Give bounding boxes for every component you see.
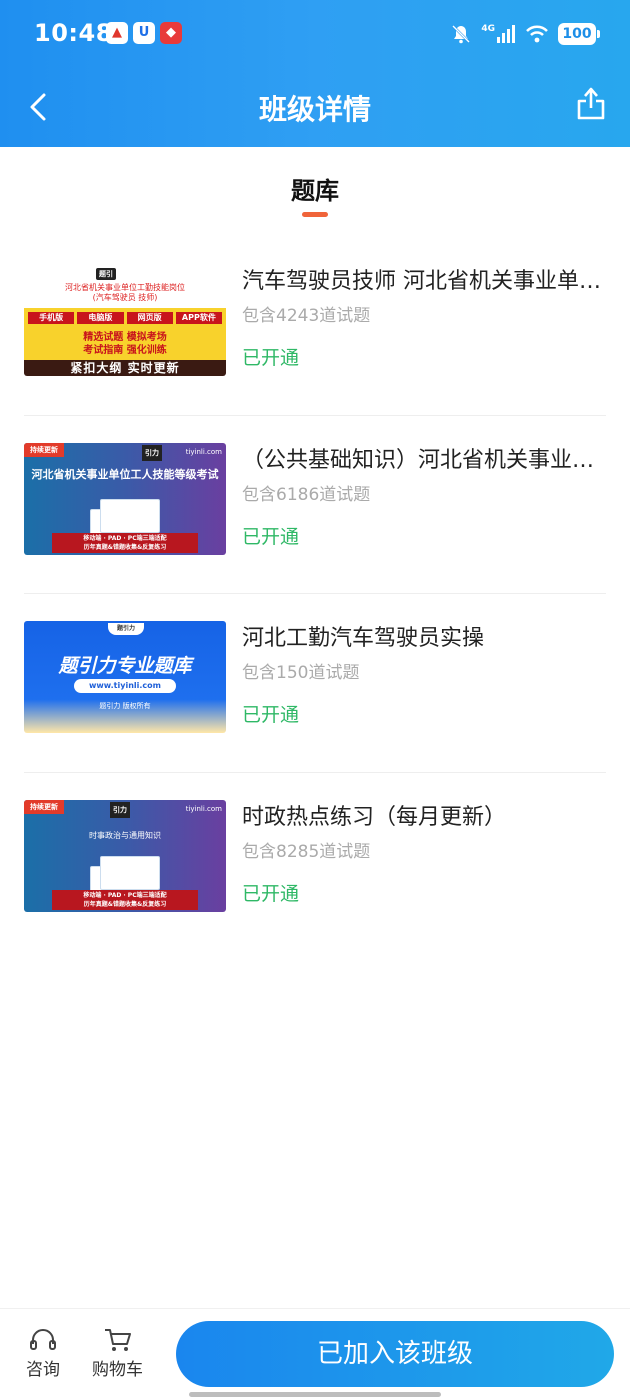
course-item[interactable]: 题引力 题引力专业题库 www.tiyinli.com 题引力 版权所有 河北工… <box>24 594 606 773</box>
question-count: 包含150道试题 <box>242 663 360 683</box>
course-thumbnail: 题引力 题引力专业题库 www.tiyinli.com 题引力 版权所有 <box>24 621 226 733</box>
cart-label: 购物车 <box>92 1360 143 1380</box>
status-time: 10:48 <box>34 19 113 47</box>
mute-bell-icon <box>452 25 471 44</box>
course-item[interactable]: 持续更新 引力 tiyinli.com 河北省机关事业单位工人技能等级考试 移动… <box>24 416 606 594</box>
course-thumbnail: 持续更新 引力 tiyinli.com 时事政治与通用知识 移动端 · PAD … <box>24 799 226 912</box>
wifi-icon <box>526 25 548 43</box>
app-notification-icon: ▲ <box>106 22 128 44</box>
course-name: （公共基础知识）河北省机关事业单位工人技能等级考试 <box>242 447 606 473</box>
course-name: 时政热点练习（每月更新） <box>242 804 507 830</box>
network-type: 4G <box>481 24 495 34</box>
course-thumbnail: 持续更新 引力 tiyinli.com 河北省机关事业单位工人技能等级考试 移动… <box>24 442 226 555</box>
consult-label: 咨询 <box>26 1360 60 1380</box>
brand-logo-icon: 引力 <box>110 801 130 818</box>
course-thumbnail: 题引力 河北省机关事业单位工勤技能岗位 (汽车驾驶员 技师) 手机版 电脑版 网… <box>24 264 226 376</box>
tab-bar: 题库 <box>0 147 630 237</box>
course-item[interactable]: 题引力 河北省机关事业单位工勤技能岗位 (汽车驾驶员 技师) 手机版 电脑版 网… <box>24 237 606 416</box>
battery-indicator: 100 <box>558 23 600 45</box>
question-count: 包含6186道试题 <box>242 484 371 505</box>
status-label: 已开通 <box>242 347 300 369</box>
question-count: 包含4243道试题 <box>242 306 371 326</box>
bottom-bar: 咨询 购物车 已加入该班级 <box>0 1308 630 1400</box>
question-count: 包含8285道试题 <box>242 841 371 862</box>
signal-icon <box>497 25 515 43</box>
share-icon[interactable] <box>576 86 606 122</box>
status-icons: 4G 100 <box>450 21 600 47</box>
joined-class-button[interactable]: 已加入该班级 <box>176 1321 614 1387</box>
brand-logo-icon: 引力 <box>142 444 162 461</box>
headset-icon <box>30 1329 56 1350</box>
status-label: 已开通 <box>242 525 300 548</box>
status-label: 已开通 <box>242 704 300 726</box>
page-title: 班级详情 <box>258 93 371 126</box>
cart-button[interactable]: 购物车 <box>92 1327 143 1380</box>
header: 10:48 ▲ U ◆ 4G 100 班级详情 <box>0 0 630 147</box>
tab-question-bank[interactable]: 题库 <box>0 171 630 206</box>
tab-indicator <box>302 212 328 217</box>
status-bar: 10:48 ▲ U ◆ 4G 100 <box>0 0 630 68</box>
home-indicator[interactable] <box>189 1392 441 1397</box>
game-app-icon: ◆ <box>160 22 182 44</box>
shopping-cart-icon <box>104 1329 131 1351</box>
course-name: 河北工勤汽车驾驶员实操 <box>242 626 485 651</box>
shield-app-icon: U <box>133 22 155 44</box>
navbar: 班级详情 <box>0 68 630 147</box>
monitor-mockup-icon <box>100 498 160 533</box>
status-label: 已开通 <box>242 882 300 905</box>
consult-button[interactable]: 咨询 <box>26 1327 60 1380</box>
course-name: 汽车驾驶员技师 河北省机关事业单位工勤技能岗位 <box>242 269 606 294</box>
course-item[interactable]: 持续更新 引力 tiyinli.com 时事政治与通用知识 移动端 · PAD … <box>24 773 606 952</box>
monitor-mockup-icon <box>100 855 160 890</box>
course-list: 题引力 河北省机关事业单位工勤技能岗位 (汽车驾驶员 技师) 手机版 电脑版 网… <box>24 237 606 951</box>
